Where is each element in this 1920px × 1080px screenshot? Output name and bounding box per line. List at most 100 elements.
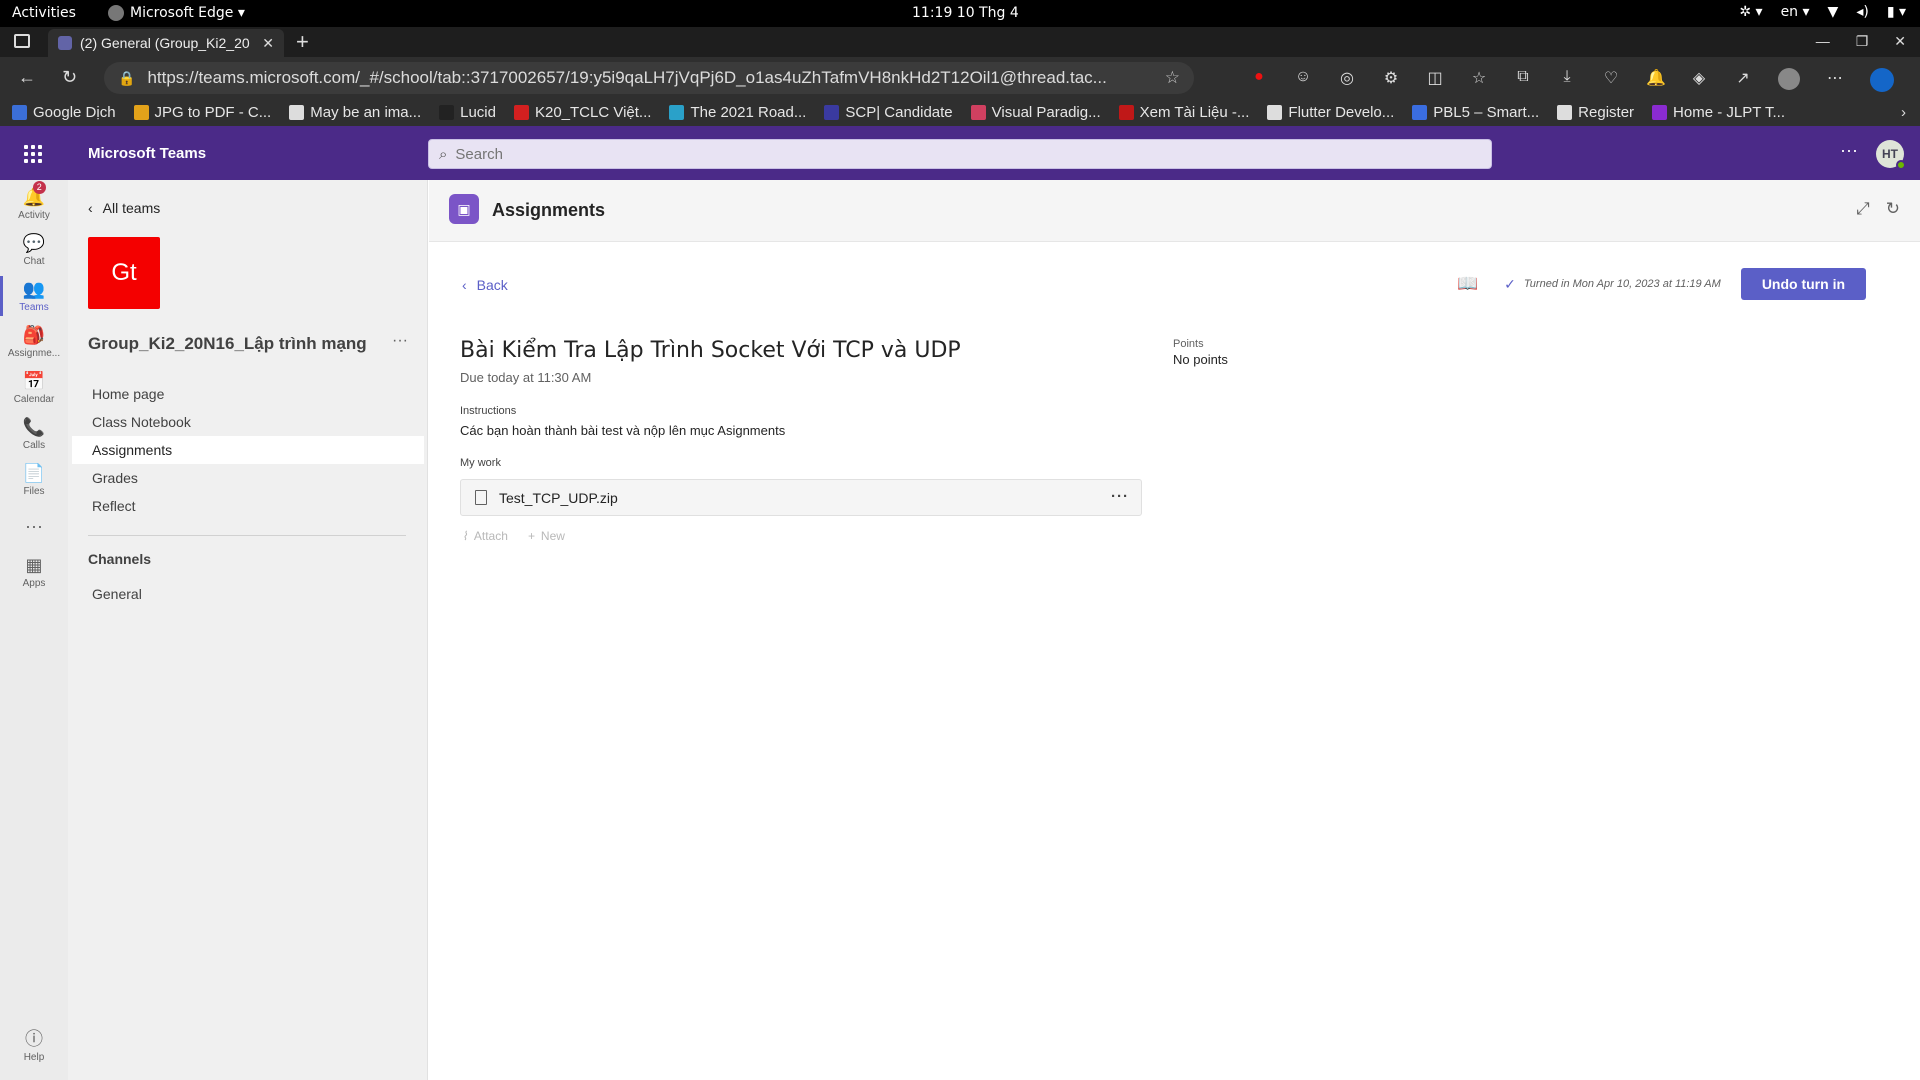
extension-red-icon[interactable]: ● [1250, 68, 1268, 92]
rail-label: Files [23, 486, 45, 497]
bookmark-item[interactable]: Google Dịch [12, 104, 116, 121]
url-field[interactable]: 🔒 https://teams.microsoft.com/_#/school/… [104, 62, 1194, 94]
close-window-icon[interactable]: ✕ [1894, 33, 1906, 50]
backpack-icon: ▣ [449, 194, 479, 224]
lock-icon[interactable]: 🔒 [118, 70, 135, 87]
more-menu-icon[interactable]: ⋯ [1826, 68, 1844, 92]
file-icon [475, 490, 487, 505]
nav-class-notebook[interactable]: Class Notebook [72, 408, 424, 436]
attach-button[interactable]: ⌇ Attach [462, 529, 508, 543]
battery-icon[interactable]: ▮ ▾ [1887, 4, 1906, 20]
rail-label: Help [23, 1052, 45, 1063]
clock[interactable]: 11:19 10 Thg 4 [912, 5, 1019, 21]
file-name[interactable]: Test_TCP_UDP.zip [499, 490, 618, 506]
rail-calendar[interactable]: 📅 Calendar [0, 362, 68, 414]
tab-actions-icon[interactable] [14, 34, 30, 48]
all-teams-link[interactable]: ‹ All teams [88, 200, 160, 216]
favorites-icon[interactable]: ☆ [1470, 68, 1488, 92]
nav-grades[interactable]: Grades [72, 464, 424, 492]
search-input[interactable] [455, 145, 1356, 163]
downloads-icon[interactable]: ⤓ [1558, 68, 1576, 92]
immersive-reader-icon[interactable]: 📖 [1457, 274, 1478, 294]
file-more-options-icon[interactable]: ··· [1111, 488, 1129, 505]
bookmark-item[interactable]: Xem Tài Liệu -... [1118, 104, 1249, 121]
file-card[interactable]: Test_TCP_UDP.zip ··· [460, 479, 1142, 516]
back-arrow-icon[interactable]: ← [18, 67, 36, 88]
reload-icon[interactable]: ↻ [1886, 199, 1900, 219]
minimize-icon[interactable]: — [1816, 33, 1830, 50]
extension-circle-icon[interactable]: ◎ [1338, 68, 1356, 92]
wifi-icon[interactable]: ▼ [1828, 4, 1839, 20]
nav-home-page[interactable]: Home page [72, 380, 424, 408]
copilot-icon[interactable]: ◈ [1690, 68, 1708, 92]
nav-assignments[interactable]: Assignments [72, 436, 424, 464]
new-button[interactable]: + New [528, 529, 565, 543]
app-launcher-icon[interactable] [24, 145, 42, 163]
expand-icon[interactable]: ⤢ [1856, 199, 1870, 219]
channel-general[interactable]: General [92, 586, 142, 602]
extension-face-icon[interactable]: ☺ [1294, 68, 1312, 92]
bookmark-item[interactable]: Home - JLPT T... [1652, 104, 1785, 121]
app-tools: ⤢ ↻ [1856, 199, 1900, 219]
split-screen-icon[interactable]: ◫ [1426, 68, 1444, 92]
rail-calls[interactable]: 📞 Calls [0, 408, 68, 460]
new-tab-button[interactable]: + [296, 29, 309, 55]
chevron-right-icon[interactable]: › [1901, 104, 1906, 121]
bookmark-label: SCP| Candidate [845, 104, 953, 121]
nav-reflect[interactable]: Reflect [72, 492, 424, 520]
health-icon[interactable]: ♡ [1602, 68, 1620, 92]
back-link[interactable]: ‹ Back [462, 277, 508, 293]
profile-avatar[interactable] [1778, 68, 1800, 90]
bookmark-item[interactable]: May be an ima... [289, 104, 421, 121]
activities-button[interactable]: Activities [12, 5, 76, 21]
extensions-icon[interactable]: ⚙ [1382, 68, 1400, 92]
browser-tab[interactable]: (2) General (Group_Ki2_20 ✕ [48, 29, 284, 57]
bookmark-item[interactable]: PBL5 – Smart... [1412, 104, 1539, 121]
volume-icon[interactable]: ◂) [1856, 4, 1869, 20]
bookmark-item[interactable]: Register [1557, 104, 1634, 121]
points-value: No points [1173, 352, 1228, 367]
accessibility-icon[interactable]: ✲ ▾ [1739, 4, 1762, 20]
bookmark-item[interactable]: Visual Paradig... [970, 104, 1101, 121]
bookmark-item[interactable]: Flutter Develo... [1267, 104, 1394, 121]
rail-files[interactable]: 📄 Files [0, 454, 68, 506]
attach-label: Attach [473, 529, 508, 543]
collections-icon[interactable]: ⧉ [1514, 68, 1532, 92]
rail-activity[interactable]: 🔔 2 Activity [0, 178, 68, 230]
user-avatar[interactable]: HT [1876, 140, 1906, 170]
rail-assignments[interactable]: 🎒 Assignme... [0, 316, 68, 368]
rail-chat[interactable]: 💬 Chat [0, 224, 68, 276]
undo-turn-in-button[interactable]: Undo turn in [1740, 268, 1867, 300]
close-tab-icon[interactable]: ✕ [262, 35, 274, 52]
bing-icon[interactable] [1870, 68, 1894, 92]
bookmark-label: Flutter Develo... [1288, 104, 1395, 121]
team-more-options-icon[interactable]: ··· [392, 332, 408, 350]
rail-help[interactable]: ⓘ Help [0, 1020, 68, 1072]
bookmark-item[interactable]: The 2021 Road... [669, 104, 806, 121]
os-top-bar: Activities Microsoft Edge ▾ 11:19 10 Thg… [0, 0, 1920, 27]
rail-label: Calls [22, 440, 46, 451]
rail-more[interactable]: ··· [0, 500, 68, 552]
language-indicator[interactable]: en ▾ [1781, 4, 1810, 20]
app-menu[interactable]: Microsoft Edge ▾ [108, 5, 245, 21]
notifications-icon[interactable]: 🔔 [1646, 68, 1666, 92]
refresh-icon[interactable]: ↻ [62, 67, 77, 88]
search-box[interactable]: ⌕ [428, 139, 1492, 169]
rail-label: Activity [18, 210, 50, 221]
bookmark-favicon-icon [289, 105, 305, 120]
bookmark-label: JPG to PDF - C... [154, 104, 272, 121]
rail-apps[interactable]: ▦ Apps [0, 546, 68, 598]
bookmark-favicon-icon [970, 105, 986, 120]
system-tray[interactable]: ✲ ▾ en ▾ ▼ ◂) ▮ ▾ [1739, 4, 1906, 20]
settings-more-icon[interactable]: ··· [1840, 140, 1858, 161]
rail-label: Chat [23, 256, 45, 267]
chevron-left-icon: ‹ [462, 277, 467, 293]
bookmark-item[interactable]: JPG to PDF - C... [133, 104, 272, 121]
restore-icon[interactable]: ❐ [1856, 33, 1869, 50]
share-icon[interactable]: ↗ [1734, 68, 1752, 92]
bookmark-item[interactable]: Lucid [439, 104, 496, 121]
rail-teams[interactable]: 👥 Teams [0, 270, 68, 322]
favorite-star-icon[interactable]: ☆ [1165, 68, 1180, 88]
bookmark-item[interactable]: SCP| Candidate [824, 104, 953, 121]
bookmark-item[interactable]: K20_TCLC Việt... [513, 104, 651, 121]
